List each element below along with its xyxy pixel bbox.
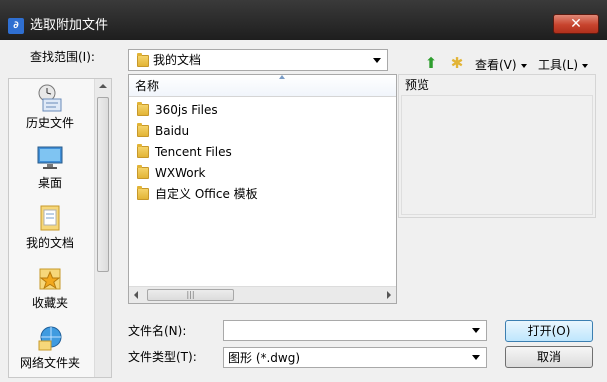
folder-icon bbox=[137, 143, 149, 158]
window-title: 选取附加文件 bbox=[30, 18, 109, 33]
column-header-name[interactable]: 名称 bbox=[129, 75, 396, 97]
scroll-up-icon[interactable] bbox=[99, 84, 107, 88]
preview-label: 预览 bbox=[405, 78, 430, 92]
list-item[interactable]: 360js Files bbox=[137, 100, 218, 120]
view-menu-button[interactable]: 查看(V) bbox=[475, 57, 527, 73]
preview-area bbox=[401, 95, 593, 215]
item-label: Tencent Files bbox=[155, 145, 232, 159]
file-dialog: ∂ 选取附加文件 ✕ 查找范围(I): 我的文档 ⬆ ✱ 查看(V) 工具(L)… bbox=[0, 0, 607, 382]
list-item[interactable]: Tencent Files bbox=[137, 142, 232, 162]
scroll-right-icon[interactable] bbox=[387, 291, 391, 299]
folder-icon bbox=[137, 164, 149, 179]
view-menu-label: 查看(V) bbox=[475, 58, 517, 72]
scroll-left-icon[interactable] bbox=[134, 291, 138, 299]
filename-label: 文件名(N): bbox=[128, 324, 187, 338]
history-icon bbox=[35, 83, 65, 113]
title-bar[interactable]: ∂ 选取附加文件 ✕ bbox=[0, 0, 607, 40]
lookin-combo[interactable]: 我的文档 bbox=[128, 49, 388, 71]
new-folder-icon[interactable]: ✱ bbox=[448, 54, 466, 72]
scroll-thumb[interactable] bbox=[97, 97, 109, 272]
places-scrollbar[interactable] bbox=[94, 79, 111, 377]
file-list-hscrollbar[interactable]: ||| bbox=[129, 286, 396, 303]
tools-menu-button[interactable]: 工具(L) bbox=[538, 57, 589, 73]
places-bar: 历史文件 桌面 我的文档 收藏夹 网络文件夹 bbox=[8, 78, 112, 378]
cancel-button[interactable]: 取消 bbox=[505, 346, 593, 368]
open-button[interactable]: 打开(O) bbox=[505, 320, 593, 342]
item-label: 自定义 Office 模板 bbox=[155, 187, 258, 201]
filename-input[interactable] bbox=[223, 320, 487, 341]
preview-panel: 预览 bbox=[398, 74, 596, 218]
place-label: 桌面 bbox=[37, 176, 62, 190]
filetype-value: 图形 (*.dwg) bbox=[228, 351, 301, 365]
filetype-select[interactable]: 图形 (*.dwg) bbox=[223, 347, 487, 368]
place-favorites[interactable]: 收藏夹 bbox=[9, 263, 91, 311]
sort-ascending-icon bbox=[279, 75, 285, 79]
folder-icon bbox=[137, 185, 149, 200]
folder-icon bbox=[137, 101, 149, 116]
place-label: 我的文档 bbox=[25, 236, 74, 250]
chevron-down-icon[interactable] bbox=[472, 328, 480, 333]
tools-menu-label: 工具(L) bbox=[538, 58, 579, 72]
favorites-icon bbox=[35, 263, 65, 293]
place-label: 收藏夹 bbox=[31, 296, 68, 310]
list-item[interactable]: 自定义 Office 模板 bbox=[137, 184, 258, 204]
item-label: WXWork bbox=[155, 166, 206, 180]
place-label: 网络文件夹 bbox=[19, 356, 80, 370]
place-history[interactable]: 历史文件 bbox=[9, 83, 91, 131]
item-label: 360js Files bbox=[155, 103, 218, 117]
place-desktop[interactable]: 桌面 bbox=[9, 143, 91, 191]
file-list: 名称 360js Files Baidu Tencent Files WXWor… bbox=[128, 74, 397, 304]
lookin-label: 查找范围(I): bbox=[30, 50, 95, 64]
desktop-icon bbox=[35, 143, 65, 173]
dialog-body: 查找范围(I): 我的文档 ⬆ ✱ 查看(V) 工具(L) 历史文件 桌面 我的… bbox=[6, 40, 602, 382]
chevron-down-icon[interactable] bbox=[472, 355, 480, 360]
scroll-thumb[interactable]: ||| bbox=[147, 289, 234, 301]
chevron-down-icon bbox=[373, 58, 381, 63]
folder-icon bbox=[137, 53, 149, 67]
up-folder-icon[interactable]: ⬆ bbox=[422, 54, 440, 72]
place-label: 历史文件 bbox=[25, 116, 74, 130]
item-label: Baidu bbox=[155, 124, 190, 138]
column-header-label: 名称 bbox=[135, 79, 160, 93]
list-item[interactable]: WXWork bbox=[137, 163, 205, 183]
list-item[interactable]: Baidu bbox=[137, 121, 189, 141]
documents-icon bbox=[35, 203, 65, 233]
place-documents[interactable]: 我的文档 bbox=[9, 203, 91, 251]
close-button[interactable]: ✕ bbox=[553, 14, 599, 34]
filetype-label: 文件类型(T): bbox=[128, 350, 197, 364]
dropdown-arrow-icon bbox=[582, 63, 589, 68]
lookin-value: 我的文档 bbox=[153, 53, 202, 67]
app-icon: ∂ bbox=[8, 18, 24, 34]
folder-icon bbox=[137, 122, 149, 137]
place-network-folder[interactable]: 网络文件夹 bbox=[9, 323, 91, 371]
network-folder-icon bbox=[35, 323, 65, 353]
dropdown-arrow-icon bbox=[520, 63, 527, 68]
